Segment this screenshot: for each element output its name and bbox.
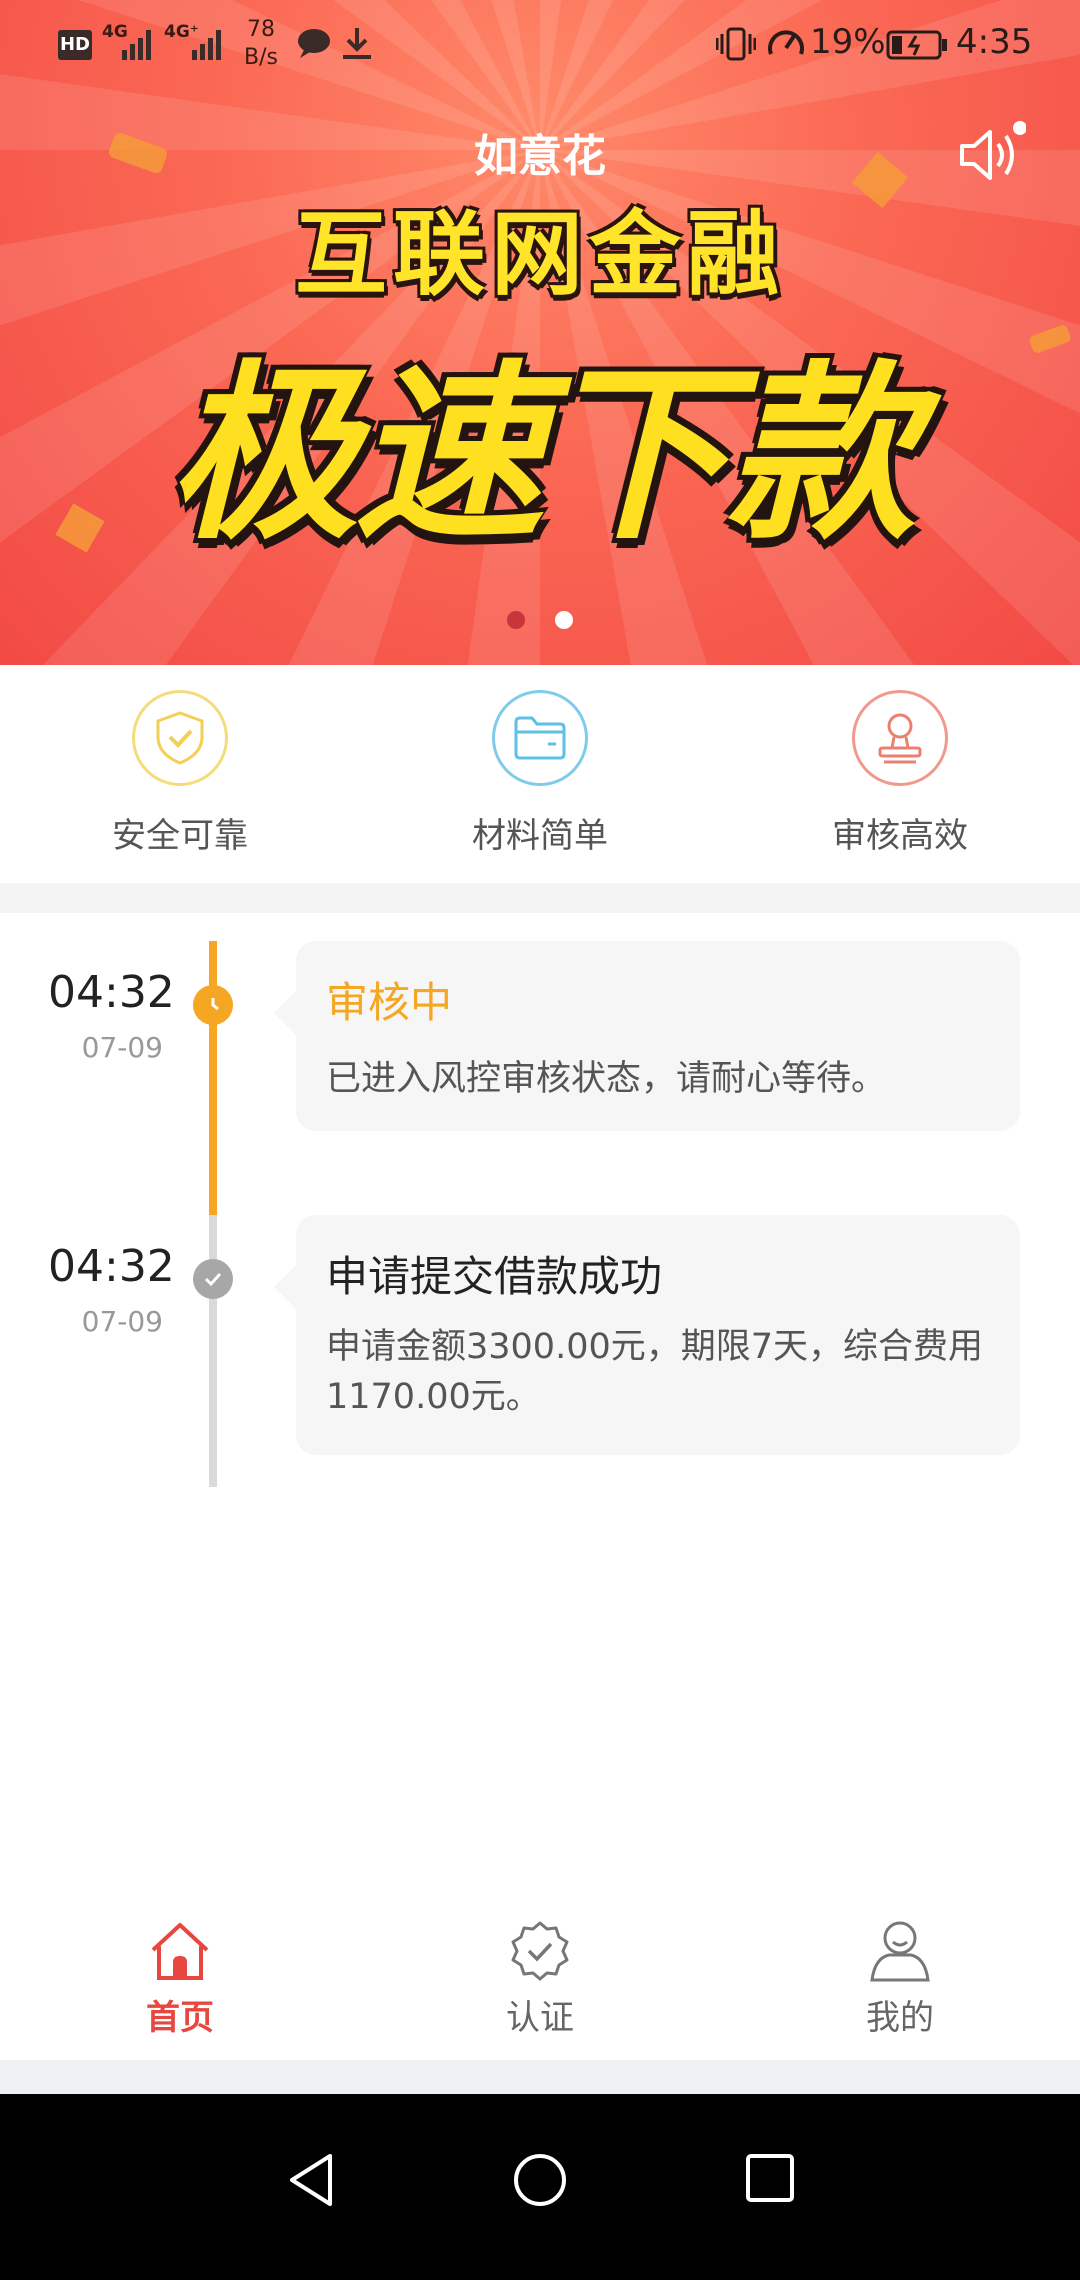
timeline-title: 审核中 [326, 978, 453, 1027]
battery-icon [886, 30, 947, 60]
clock: 4:35 [956, 22, 1033, 62]
nav-label: 认证 [506, 1998, 574, 2038]
feature-secure: 安全可靠 [0, 690, 360, 857]
check-icon [193, 1259, 233, 1299]
signal-icon [122, 28, 151, 60]
back-icon[interactable] [286, 2152, 338, 2208]
recent-apps-icon[interactable] [744, 2152, 796, 2204]
nav-label: 我的 [866, 1998, 934, 2038]
message-icon [298, 29, 330, 58]
banner-slogan: 极速下款 [167, 344, 916, 565]
nav-profile[interactable]: 我的 [750, 1920, 1050, 2039]
section-divider [0, 883, 1080, 913]
nav-verify[interactable]: 认证 [390, 1920, 690, 2039]
timeline-desc: 申请金额3300.00元，期限7天，综合费用1170.00元。 [326, 1327, 984, 1417]
carousel-indicator [0, 611, 1080, 629]
feature-label: 审核高效 [832, 816, 968, 856]
feature-icon-circle [132, 690, 228, 786]
feature-row: 安全可靠 材料简单 审核高效 [0, 665, 1080, 883]
bottom-nav: 首页 认证 我的 [0, 1890, 1080, 2060]
user-icon [870, 1921, 930, 1982]
shield-check-icon [156, 711, 204, 765]
data-saver-icon [768, 30, 804, 55]
feature-icon-circle [492, 690, 588, 786]
download-icon [343, 28, 371, 59]
stamp-icon [878, 713, 922, 764]
feature-efficient: 审核高效 [720, 690, 1080, 857]
feature-label: 安全可靠 [112, 816, 248, 856]
battery-percent: 19% [810, 22, 886, 62]
feature-icon-circle [852, 690, 948, 786]
nav-home[interactable]: 首页 [30, 1920, 330, 2039]
banner-headline: 互联网金融 [294, 201, 785, 308]
nav-label: 首页 [146, 1998, 214, 2038]
verify-badge-icon [511, 1921, 569, 1981]
signal-icon [192, 28, 221, 60]
timeline-date: 07-09 [81, 1305, 163, 1338]
carousel-dot[interactable] [555, 611, 573, 629]
promo-banner[interactable]: HD 4G 4G⁺ 78 B/s 19% 4:35 如意花 互联网金融 极速下款 [0, 0, 1080, 665]
system-navigation-bar [0, 2094, 1080, 2280]
timeline-card-submitted: 申请提交借款成功 申请金额3300.00元，期限7天，综合费用1170.00元。 [274, 1215, 1020, 1455]
timeline-line-active [209, 941, 217, 1215]
clock-icon [193, 985, 233, 1025]
network-speed: 78 B/s [244, 16, 278, 72]
carousel-dot[interactable] [507, 611, 525, 629]
loan-status-timeline: 04:32 07-09 审核中 已进入风控审核状态，请耐心等待。 04:32 0… [0, 913, 1080, 1873]
feature-simple: 材料简单 [360, 690, 720, 857]
home-icon [151, 1923, 209, 1980]
status-bar: HD 4G 4G⁺ 78 B/s 19% 4:35 [0, 0, 1080, 92]
app-title: 如意花 [474, 131, 606, 182]
vibrate-icon [716, 27, 756, 61]
timeline-date: 07-09 [81, 1031, 163, 1064]
hd-icon: HD [58, 30, 92, 60]
timeline-card-reviewing: 审核中 已进入风控审核状态，请耐心等待。 [274, 941, 1020, 1131]
home-circle-icon[interactable] [512, 2152, 568, 2208]
feature-label: 材料简单 [472, 816, 608, 856]
timeline-time: 04:32 [48, 1241, 175, 1292]
speed-unit: B/s [244, 45, 278, 70]
timeline-line-inactive [209, 1215, 217, 1487]
speed-value: 78 [246, 17, 275, 42]
timeline-time: 04:32 [48, 967, 175, 1018]
timeline-desc: 已进入风控审核状态，请耐心等待。 [326, 1059, 887, 1099]
folder-icon [514, 716, 566, 760]
timeline-title: 申请提交借款成功 [326, 1252, 663, 1301]
nav-divider [0, 2060, 1080, 2094]
